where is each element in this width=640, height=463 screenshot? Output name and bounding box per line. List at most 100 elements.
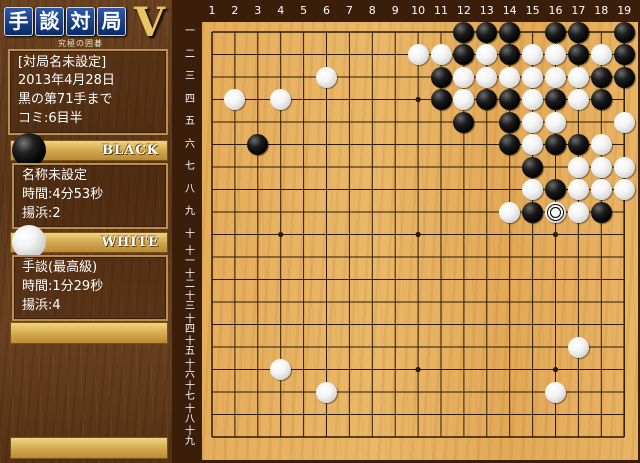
black-stone (567, 21, 589, 43)
white-stone (545, 201, 566, 223)
white-stone (567, 89, 589, 110)
black-label: BLACK (102, 143, 159, 158)
column-label: 4 (277, 4, 285, 17)
column-label: 10 (411, 4, 426, 17)
column-label: 19 (617, 4, 632, 17)
row-label: 七 (185, 161, 195, 172)
white-stone (522, 66, 544, 88)
white-label: WHITE (101, 235, 159, 250)
column-label: 7 (345, 4, 353, 17)
star-point (552, 231, 559, 238)
black-stone (545, 179, 566, 200)
row-label: 十一 (185, 246, 195, 267)
white-stone (522, 44, 544, 65)
white-stone-icon (12, 225, 46, 259)
white-stone (430, 44, 452, 65)
white-player-box: 手談(最高級) 時間:1分29秒 揚浜:4 (12, 255, 168, 321)
white-stone (567, 336, 589, 358)
black-stone (590, 66, 612, 88)
star-point (415, 366, 421, 373)
board-grid (211, 31, 625, 438)
game-info-box: [対局名未設定] 2013年4月28日 黒の第71手まで コミ:6目半 (8, 49, 168, 135)
black-stone (613, 66, 635, 88)
white-stone (567, 66, 589, 88)
white-stone (499, 201, 521, 223)
white-stone (590, 134, 612, 155)
komi: コミ:6目半 (18, 111, 83, 126)
logo-char: 手 (4, 7, 33, 36)
star-point (278, 231, 284, 238)
row-label: 十八 (185, 403, 195, 425)
row-label: 十二 (185, 268, 195, 290)
black-stone (499, 111, 521, 133)
logo-char: 対 (66, 7, 95, 36)
row-label: 五 (185, 116, 195, 127)
black-stone (545, 21, 566, 43)
white-stone (590, 44, 612, 65)
row-label: 十五 (185, 336, 195, 357)
logo-char: 談 (35, 7, 64, 36)
black-stone (545, 89, 566, 110)
black-stone (453, 111, 475, 133)
go-board[interactable] (202, 21, 638, 460)
white-stone (590, 179, 612, 200)
row-label: 十六 (185, 358, 195, 380)
white-player-time: 時間:1分29秒 (22, 279, 104, 294)
black-stone-icon (12, 133, 46, 167)
row-label: 三 (185, 71, 195, 82)
white-stone (545, 381, 566, 403)
black-stone (545, 134, 566, 155)
black-player-name: 名称未設定 (22, 168, 88, 183)
move-status: 黒の第71手まで (18, 92, 113, 107)
column-label: 13 (479, 4, 494, 17)
game-date: 2013年4月28日 (18, 73, 115, 88)
row-label: 十三 (185, 291, 195, 312)
column-label: 8 (368, 4, 376, 17)
white-stone (522, 111, 544, 133)
black-stone (499, 21, 521, 43)
row-label: 二 (185, 48, 195, 60)
white-stone (499, 66, 521, 88)
star-point (415, 96, 421, 103)
white-stone (522, 89, 544, 110)
black-stone (613, 21, 635, 43)
panel-bottom-bar (10, 437, 168, 459)
white-player-captures: 揚浜:4 (22, 298, 61, 313)
column-label: 5 (300, 4, 308, 17)
black-stone (476, 21, 498, 43)
star-point (415, 231, 421, 238)
black-stone (567, 134, 589, 155)
white-stone (545, 111, 566, 133)
logo-version: V (134, 0, 166, 46)
row-label: 九 (185, 206, 195, 217)
black-stone (613, 44, 635, 65)
white-stone (522, 179, 544, 200)
white-stone (407, 44, 429, 65)
column-label: 3 (254, 4, 262, 17)
column-label: 14 (502, 4, 517, 17)
column-label: 17 (571, 4, 586, 17)
row-label: 八 (185, 183, 195, 195)
black-stone (522, 201, 544, 223)
black-stone (430, 89, 452, 110)
white-stone (316, 381, 337, 403)
white-stone (567, 179, 589, 200)
white-stone (567, 156, 589, 178)
row-label: 十 (185, 228, 195, 240)
white-stone (613, 111, 635, 133)
row-label: 四 (185, 93, 195, 105)
row-label: 十七 (185, 381, 195, 402)
white-stone (522, 134, 544, 155)
app-logo: 手 談 対 局 V 究極の囲碁 (4, 0, 168, 48)
match-name: [対局名未設定] (18, 55, 107, 70)
column-label: 12 (456, 4, 471, 17)
row-label: 十四 (185, 313, 195, 335)
column-label: 1 (208, 4, 216, 17)
white-player-name: 手談(最高級) (22, 260, 98, 275)
column-label: 6 (323, 4, 330, 17)
row-label: 十九 (185, 426, 195, 447)
column-label: 16 (548, 4, 563, 17)
white-stone (613, 156, 635, 178)
black-player-box: 名称未設定 時間:4分53秒 揚浜:2 (12, 163, 168, 229)
black-stone (567, 44, 589, 65)
